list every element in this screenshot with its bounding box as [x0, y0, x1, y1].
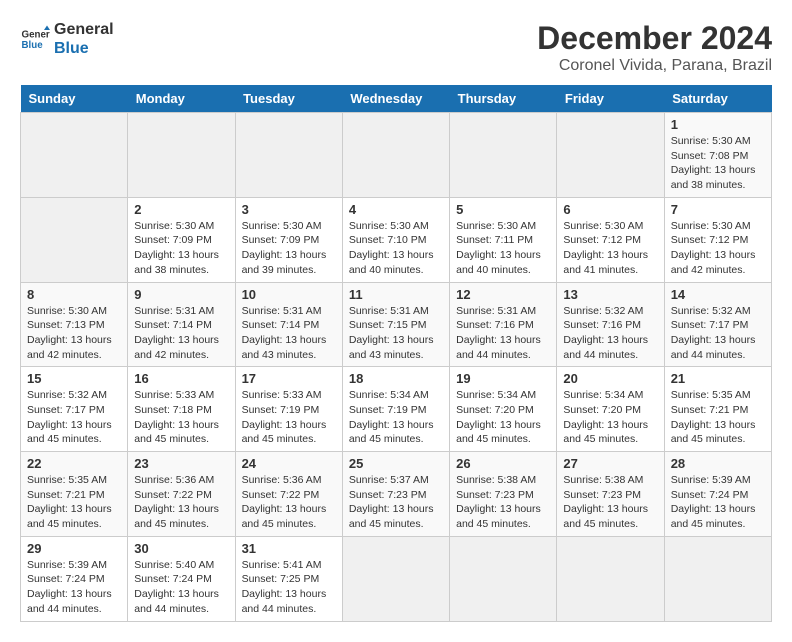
day-cell: 9Sunrise: 5:31 AMSunset: 7:14 PMDaylight… — [128, 282, 235, 367]
calendar-week-3: 8Sunrise: 5:30 AMSunset: 7:13 PMDaylight… — [21, 282, 772, 367]
day-cell — [21, 197, 128, 282]
day-cell: 29Sunrise: 5:39 AMSunset: 7:24 PMDayligh… — [21, 536, 128, 621]
day-cell: 4Sunrise: 5:30 AMSunset: 7:10 PMDaylight… — [342, 197, 449, 282]
day-cell: 28Sunrise: 5:39 AMSunset: 7:24 PMDayligh… — [664, 452, 771, 537]
empty-cell — [21, 113, 128, 198]
empty-cell — [557, 113, 664, 198]
calendar-week-4: 15Sunrise: 5:32 AMSunset: 7:17 PMDayligh… — [21, 367, 772, 452]
logo: General Blue General Blue — [20, 20, 114, 58]
day-cell — [450, 536, 557, 621]
month-title: December 2024 — [537, 20, 772, 57]
svg-text:Blue: Blue — [22, 40, 44, 51]
day-cell: 2Sunrise: 5:30 AMSunset: 7:09 PMDaylight… — [128, 197, 235, 282]
day-cell: 31Sunrise: 5:41 AMSunset: 7:25 PMDayligh… — [235, 536, 342, 621]
empty-cell — [128, 113, 235, 198]
location: Coronel Vivida, Parana, Brazil — [537, 57, 772, 75]
day-cell — [664, 536, 771, 621]
day-cell: 12Sunrise: 5:31 AMSunset: 7:16 PMDayligh… — [450, 282, 557, 367]
day-cell: 16Sunrise: 5:33 AMSunset: 7:18 PMDayligh… — [128, 367, 235, 452]
day-cell: 19Sunrise: 5:34 AMSunset: 7:20 PMDayligh… — [450, 367, 557, 452]
day-cell: 18Sunrise: 5:34 AMSunset: 7:19 PMDayligh… — [342, 367, 449, 452]
day-cell: 21Sunrise: 5:35 AMSunset: 7:21 PMDayligh… — [664, 367, 771, 452]
calendar-week-2: 2Sunrise: 5:30 AMSunset: 7:09 PMDaylight… — [21, 197, 772, 282]
calendar-table: SundayMondayTuesdayWednesdayThursdayFrid… — [20, 85, 772, 622]
day-cell: 14Sunrise: 5:32 AMSunset: 7:17 PMDayligh… — [664, 282, 771, 367]
col-header-friday: Friday — [557, 85, 664, 113]
calendar-week-6: 29Sunrise: 5:39 AMSunset: 7:24 PMDayligh… — [21, 536, 772, 621]
svg-text:General: General — [22, 30, 51, 41]
day-cell: 8Sunrise: 5:30 AMSunset: 7:13 PMDaylight… — [21, 282, 128, 367]
day-cell: 30Sunrise: 5:40 AMSunset: 7:24 PMDayligh… — [128, 536, 235, 621]
logo-icon: General Blue — [20, 24, 50, 54]
col-header-wednesday: Wednesday — [342, 85, 449, 113]
day-cell: 24Sunrise: 5:36 AMSunset: 7:22 PMDayligh… — [235, 452, 342, 537]
day-cell — [342, 536, 449, 621]
col-header-sunday: Sunday — [21, 85, 128, 113]
day-cell: 5Sunrise: 5:30 AMSunset: 7:11 PMDaylight… — [450, 197, 557, 282]
day-cell — [557, 536, 664, 621]
day-cell: 17Sunrise: 5:33 AMSunset: 7:19 PMDayligh… — [235, 367, 342, 452]
day-cell: 22Sunrise: 5:35 AMSunset: 7:21 PMDayligh… — [21, 452, 128, 537]
header-row: SundayMondayTuesdayWednesdayThursdayFrid… — [21, 85, 772, 113]
day-cell: 10Sunrise: 5:31 AMSunset: 7:14 PMDayligh… — [235, 282, 342, 367]
day-cell: 15Sunrise: 5:32 AMSunset: 7:17 PMDayligh… — [21, 367, 128, 452]
day-cell: 20Sunrise: 5:34 AMSunset: 7:20 PMDayligh… — [557, 367, 664, 452]
empty-cell — [342, 113, 449, 198]
header: General Blue General Blue December 2024 … — [20, 20, 772, 75]
empty-cell — [450, 113, 557, 198]
calendar-week-5: 22Sunrise: 5:35 AMSunset: 7:21 PMDayligh… — [21, 452, 772, 537]
day-cell-1: 1Sunrise: 5:30 AMSunset: 7:08 PMDaylight… — [664, 113, 771, 198]
logo-line1: General — [54, 20, 114, 39]
day-cell: 6Sunrise: 5:30 AMSunset: 7:12 PMDaylight… — [557, 197, 664, 282]
title-area: December 2024 Coronel Vivida, Parana, Br… — [537, 20, 772, 75]
day-cell: 3Sunrise: 5:30 AMSunset: 7:09 PMDaylight… — [235, 197, 342, 282]
empty-cell — [235, 113, 342, 198]
col-header-monday: Monday — [128, 85, 235, 113]
day-cell: 26Sunrise: 5:38 AMSunset: 7:23 PMDayligh… — [450, 452, 557, 537]
day-cell: 25Sunrise: 5:37 AMSunset: 7:23 PMDayligh… — [342, 452, 449, 537]
day-cell: 7Sunrise: 5:30 AMSunset: 7:12 PMDaylight… — [664, 197, 771, 282]
col-header-tuesday: Tuesday — [235, 85, 342, 113]
day-cell: 27Sunrise: 5:38 AMSunset: 7:23 PMDayligh… — [557, 452, 664, 537]
day-cell: 11Sunrise: 5:31 AMSunset: 7:15 PMDayligh… — [342, 282, 449, 367]
col-header-saturday: Saturday — [664, 85, 771, 113]
logo-line2: Blue — [54, 39, 114, 58]
day-cell: 13Sunrise: 5:32 AMSunset: 7:16 PMDayligh… — [557, 282, 664, 367]
col-header-thursday: Thursday — [450, 85, 557, 113]
day-cell: 23Sunrise: 5:36 AMSunset: 7:22 PMDayligh… — [128, 452, 235, 537]
